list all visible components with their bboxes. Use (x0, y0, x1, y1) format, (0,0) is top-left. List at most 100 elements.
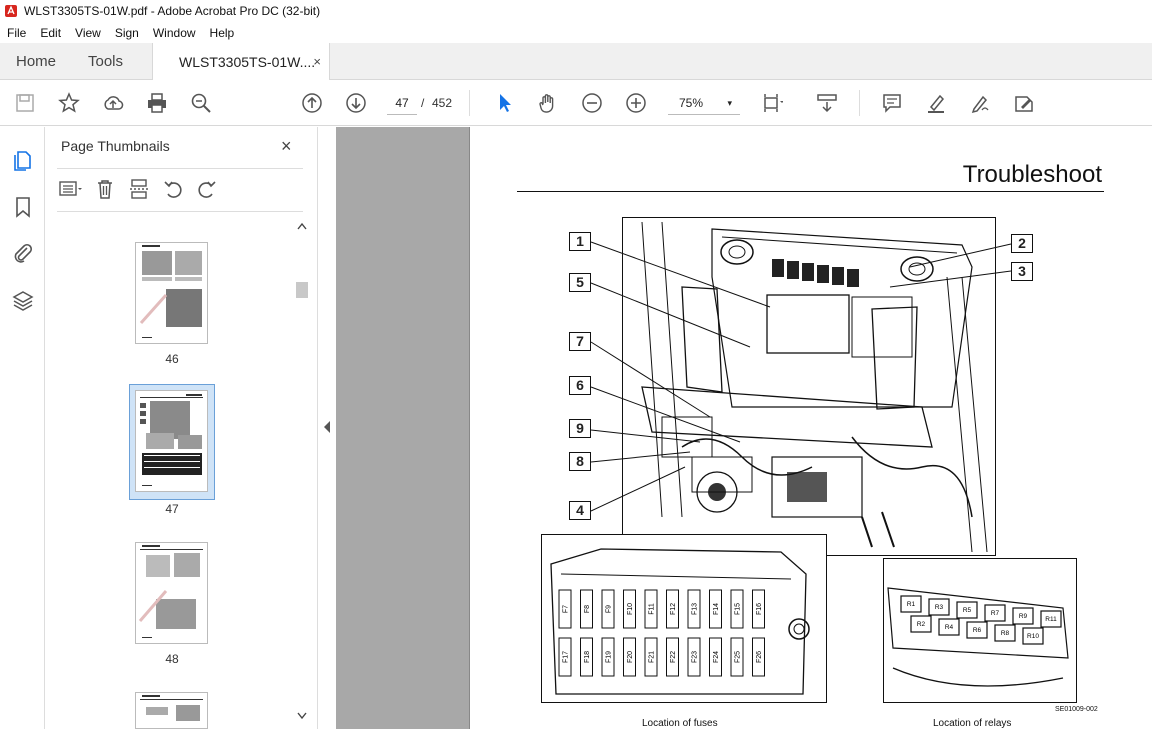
menu-view[interactable]: View (68, 26, 108, 40)
menu-edit[interactable]: Edit (33, 26, 68, 40)
toolbar-divider (469, 90, 470, 116)
fuse-label: F20 (627, 651, 634, 663)
menu-sign[interactable]: Sign (108, 26, 146, 40)
bookmark-star-icon[interactable] (57, 91, 81, 115)
page-heading: Troubleshoot (962, 161, 1102, 188)
relay-label: R2 (917, 621, 926, 628)
page-total: 452 (432, 96, 453, 110)
relay-label: R9 (1019, 613, 1028, 620)
zoom-level-dropdown[interactable]: 75% ▾ (668, 91, 740, 115)
relay-label: R3 (935, 604, 944, 611)
tab-tools[interactable]: Tools (88, 43, 123, 80)
callout-6: 6 (569, 376, 591, 395)
collapse-panel-icon[interactable] (323, 421, 331, 433)
callout-4: 4 (569, 501, 591, 520)
previous-page-icon[interactable] (300, 91, 324, 115)
thumbnail-page-number: 48 (165, 652, 179, 666)
rotate-clockwise-icon[interactable] (195, 177, 219, 201)
fuse-label: F25 (735, 651, 742, 663)
page-thumbnail-preview (138, 545, 203, 638)
page-thumbnail-preview (139, 245, 202, 338)
save-icon[interactable] (13, 91, 37, 115)
menu-bar: File Edit View Sign Window Help (0, 22, 1152, 43)
next-page-icon[interactable] (344, 91, 368, 115)
fuse-box-inset: F7 F8 F9 F10 F11 F12 F13 F14 F15 F16 F17 F18 F19 F20… (541, 534, 827, 703)
fuse-label: F10 (627, 603, 634, 615)
delete-page-icon[interactable] (93, 177, 117, 201)
fill-sign-icon[interactable] (1012, 91, 1036, 115)
fuse-label: F22 (670, 651, 677, 663)
fuse-label: F9 (606, 605, 613, 613)
thumbnail-options-icon[interactable] (59, 177, 83, 201)
close-panel-icon[interactable]: × (281, 136, 292, 157)
page-thumbnail[interactable] (135, 542, 208, 644)
callout-8: 8 (569, 452, 591, 471)
page-thumbnail[interactable] (135, 242, 208, 344)
thumbnail-page-number: 46 (165, 352, 179, 366)
callout-7: 7 (569, 332, 591, 351)
tab-document[interactable]: WLST3305TS-01W.... × (152, 43, 330, 81)
scroll-up-icon[interactable] (297, 222, 307, 230)
attachments-icon[interactable] (11, 241, 35, 265)
heading-rule (517, 191, 1104, 192)
close-tab-icon[interactable]: × (313, 54, 321, 69)
relay-label: R8 (1001, 630, 1010, 637)
insert-page-icon[interactable] (127, 177, 151, 201)
fuse-label: F13 (692, 603, 699, 615)
page-thumbnail-preview (140, 695, 203, 721)
thumbnail-scrollbar[interactable] (295, 222, 308, 722)
fuse-label: F17 (563, 651, 570, 663)
zoom-in-icon[interactable] (624, 91, 648, 115)
relay-label: R11 (1045, 616, 1057, 623)
tab-home[interactable]: Home (16, 43, 56, 80)
page-thumbnail[interactable] (135, 692, 208, 729)
rotate-counterclockwise-icon[interactable] (161, 177, 185, 201)
page-thumbnails-icon[interactable] (11, 148, 35, 172)
upload-icon[interactable] (101, 91, 125, 115)
print-icon[interactable] (145, 91, 169, 115)
scroll-mode-icon[interactable] (815, 91, 839, 115)
scrollbar-thumb[interactable] (296, 282, 308, 298)
callout-leader-lines (590, 241, 1012, 512)
menu-help[interactable]: Help (203, 26, 242, 40)
relay-label: R1 (907, 601, 916, 608)
bookmarks-icon[interactable] (11, 195, 35, 219)
page-thumbnail-selected[interactable] (135, 390, 208, 492)
comment-icon[interactable] (880, 91, 904, 115)
document-canvas (336, 127, 469, 729)
chevron-down-icon: ▾ (727, 98, 732, 108)
relay-label: R5 (963, 607, 972, 614)
title-bar: WLST3305TS-01W.pdf - Adobe Acrobat Pro D… (0, 0, 1152, 22)
fit-page-icon[interactable] (760, 91, 784, 115)
acrobat-icon (5, 5, 17, 17)
select-cursor-icon[interactable] (493, 91, 517, 115)
panel-divider (57, 168, 303, 169)
zoom-out-icon[interactable] (580, 91, 604, 115)
zoom-search-icon[interactable] (189, 91, 213, 115)
fuse-label: F18 (584, 651, 591, 663)
page-separator: / (421, 96, 425, 110)
zoom-level-value: 75% (679, 96, 704, 110)
menu-file[interactable]: File (0, 26, 33, 40)
thumbnail-tools (59, 177, 229, 201)
page-thumbnails-panel: Page Thumbnails × 46 47 48 (45, 127, 318, 729)
draw-icon[interactable] (968, 91, 992, 115)
fuse-label: F7 (563, 605, 570, 613)
panel-divider (57, 211, 303, 212)
layers-icon[interactable] (11, 289, 35, 313)
callout-9: 9 (569, 419, 591, 438)
toolbar-divider (859, 90, 860, 116)
hand-tool-icon[interactable] (536, 91, 560, 115)
highlight-pen-icon[interactable] (924, 91, 948, 115)
relay-box-inset: R1 R2 R3 R4 R5 R6 R7 R8 R9 R10 R11 (883, 558, 1077, 703)
fuse-label: F12 (670, 603, 677, 615)
menu-window[interactable]: Window (146, 26, 203, 40)
left-navigation-rail (0, 127, 45, 729)
scroll-down-icon[interactable] (297, 712, 307, 720)
pdf-page: Troubleshoot 1 2 3 5 7 6 9 8 4 F7 F8 F9 … (469, 127, 1152, 729)
panel-collapse-gutter[interactable] (318, 127, 336, 729)
fuse-label: F15 (735, 603, 742, 615)
callout-1: 1 (569, 232, 591, 251)
page-number-input[interactable]: 47 (387, 91, 417, 115)
window-title: WLST3305TS-01W.pdf - Adobe Acrobat Pro D… (24, 4, 321, 18)
